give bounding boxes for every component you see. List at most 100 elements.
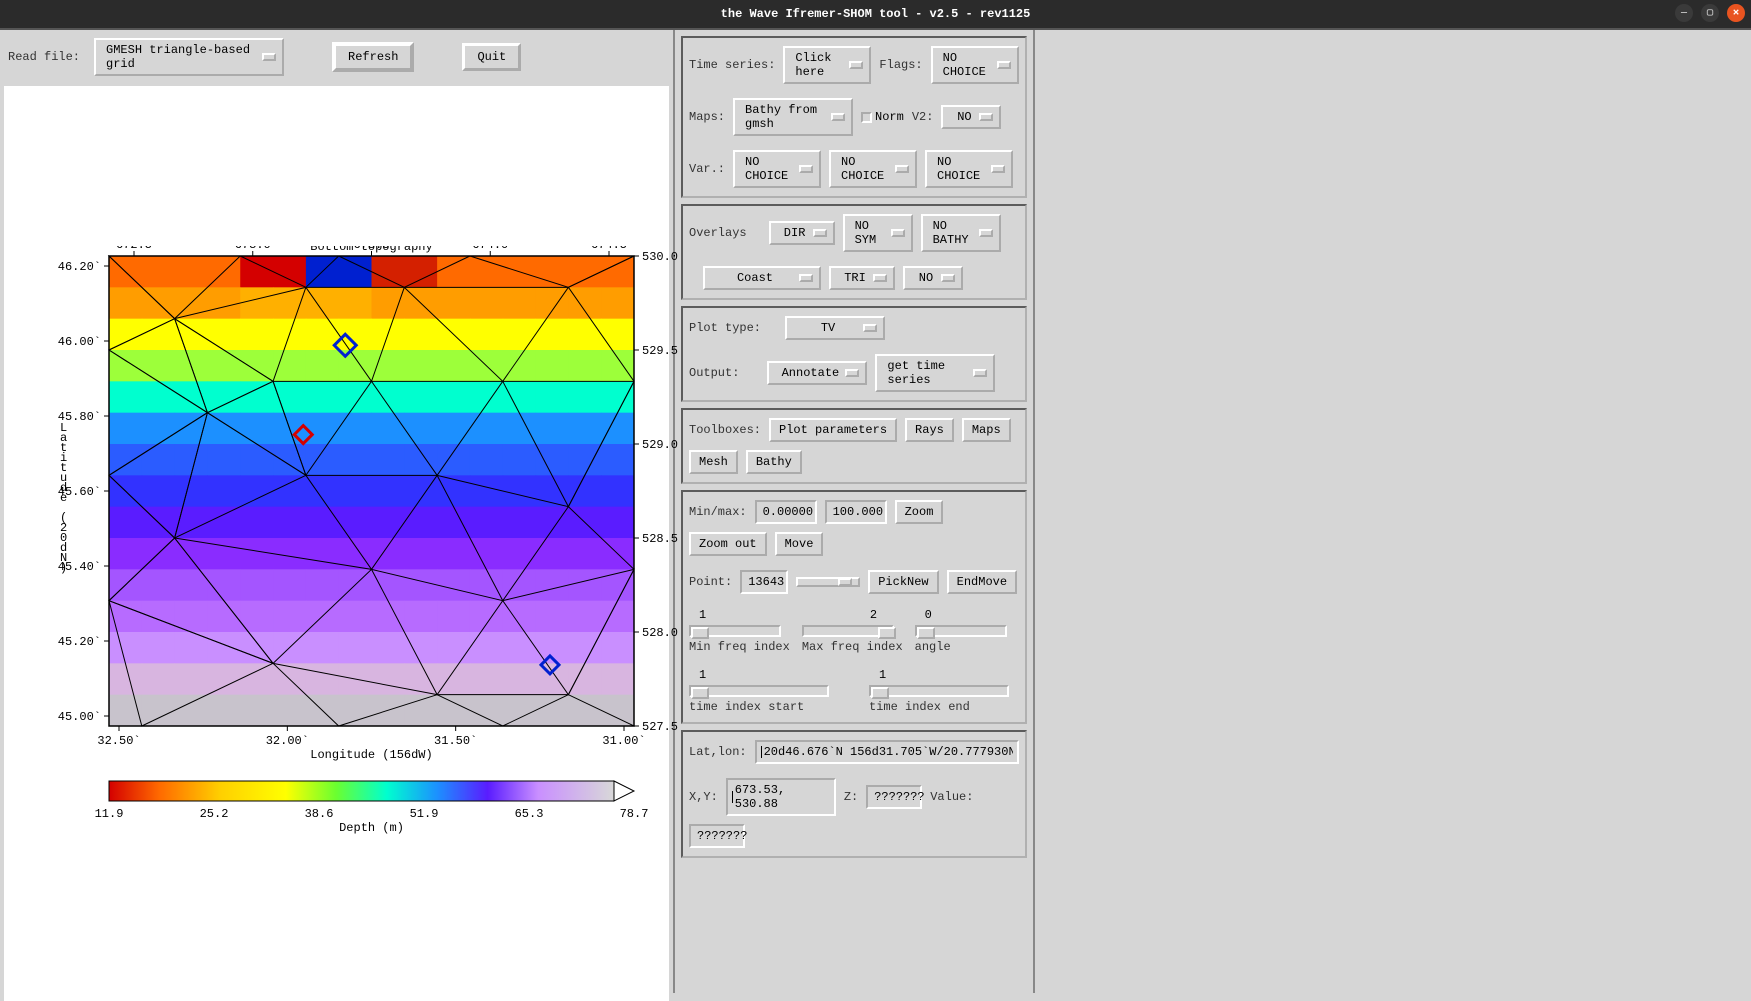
max-input[interactable]: 100.000 [825, 500, 887, 524]
latlon-input[interactable]: 20d46.676`N 156d31.705`W/20.777930N 156.… [755, 740, 1019, 764]
max-freq-slider[interactable] [802, 625, 894, 637]
flags-select[interactable]: NO CHOICE [931, 46, 1019, 84]
min-freq-slider[interactable] [689, 625, 781, 637]
minimize-icon[interactable]: — [1675, 4, 1693, 22]
overlay-coast-select[interactable]: Coast [703, 266, 821, 290]
xy-input[interactable]: 673.53, 530.88 [726, 778, 836, 816]
plot-area: x (km)Bottom topography672.5673.0673.567… [4, 86, 669, 1001]
min-input[interactable]: 0.00000 [755, 500, 817, 524]
read-file-label: Read file: [8, 50, 80, 64]
dropdown-knob-icon [799, 274, 813, 282]
zoom-out-button[interactable]: Zoom out [689, 532, 767, 556]
picknew-button[interactable]: PickNew [868, 570, 938, 594]
toolboxes-label: Toolboxes: [689, 423, 761, 437]
annotate-select[interactable]: Annotate [767, 361, 867, 385]
checkbox-icon [861, 112, 872, 123]
point-label: Point: [689, 575, 732, 589]
svg-text:46.20`: 46.20` [58, 260, 101, 274]
overlay-bathy-select[interactable]: NO BATHY [921, 214, 1001, 252]
overlay-sym-select[interactable]: NO SYM [843, 214, 913, 252]
svg-text:530.0: 530.0 [642, 250, 678, 264]
svg-text:674.5: 674.5 [591, 246, 627, 252]
dropdown-knob-icon [991, 165, 1005, 173]
blank-area [1035, 30, 1751, 993]
overlay-tri-select[interactable]: TRI [829, 266, 895, 290]
close-icon[interactable]: ✕ [1727, 4, 1745, 22]
dropdown-knob-icon [863, 324, 877, 332]
time-series-select[interactable]: Click here [783, 46, 871, 84]
time-start-label: time index start [689, 700, 804, 714]
overlay-dir-select[interactable]: DIR [769, 221, 835, 245]
svg-text:674.0: 674.0 [472, 246, 508, 252]
var1-select[interactable]: NO CHOICE [733, 150, 821, 188]
toolbox-mesh-button[interactable]: Mesh [689, 450, 738, 474]
endmove-button[interactable]: EndMove [947, 570, 1017, 594]
time-end-slider[interactable] [869, 685, 1009, 697]
svg-text:528.0: 528.0 [642, 626, 678, 640]
min-freq-label: Min freq index [689, 640, 790, 654]
min-freq-value: 1 [699, 608, 706, 622]
v2-label: V2: [912, 110, 934, 124]
var3-select[interactable]: NO CHOICE [925, 150, 1013, 188]
svg-text:51.9: 51.9 [410, 807, 439, 821]
svg-text:527.5: 527.5 [642, 720, 678, 734]
time-start-slider[interactable] [689, 685, 829, 697]
dropdown-knob-icon [891, 229, 905, 237]
maps-select[interactable]: Bathy from gmsh [733, 98, 853, 136]
get-time-series-select[interactable]: get time series [875, 354, 995, 392]
dropdown-knob-icon [262, 53, 276, 61]
svg-text:45.00`: 45.00` [58, 710, 101, 724]
panel-zoom: Min/max: 0.00000 100.000 Zoom Zoom out M… [681, 490, 1027, 724]
svg-text:673.5: 673.5 [353, 246, 389, 252]
move-button[interactable]: Move [775, 532, 824, 556]
z-label: Z: [844, 790, 858, 804]
svg-text:78.7: 78.7 [620, 807, 649, 821]
dropdown-knob-icon [895, 165, 909, 173]
quit-button[interactable]: Quit [462, 43, 521, 71]
svg-text:673.0: 673.0 [235, 246, 271, 252]
dropdown-knob-icon [997, 61, 1011, 69]
refresh-button[interactable]: Refresh [332, 42, 414, 72]
titlebar: the Wave Ifremer-SHOM tool - v2.5 - rev1… [0, 0, 1751, 28]
read-file-select[interactable]: GMESH triangle-based grid [94, 38, 284, 76]
z-input[interactable]: ??????? [866, 785, 922, 809]
v2-select[interactable]: NO [941, 105, 1001, 129]
svg-text:45.20`: 45.20` [58, 635, 101, 649]
point-input[interactable]: 13643 [740, 570, 788, 594]
svg-text:Depth (m): Depth (m) [339, 821, 404, 835]
time-end-label: time index end [869, 700, 970, 714]
norm-checkbox[interactable]: Norm [861, 110, 904, 124]
svg-text:529.0: 529.0 [642, 438, 678, 452]
value-label: Value: [930, 790, 973, 804]
dropdown-knob-icon [838, 578, 852, 586]
max-freq-label: Max freq index [802, 640, 903, 654]
left-column: Read file: GMESH triangle-based grid Ref… [0, 30, 675, 993]
svg-text:32.00`: 32.00` [266, 734, 309, 748]
angle-value: 0 [925, 608, 932, 622]
svg-text:): ) [60, 561, 67, 575]
var2-select[interactable]: NO CHOICE [829, 150, 917, 188]
dropdown-knob-icon [979, 229, 993, 237]
panel-coords: Lat,lon: 20d46.676`N 156d31.705`W/20.777… [681, 730, 1027, 858]
svg-text:31.50`: 31.50` [434, 734, 477, 748]
value-input[interactable]: ??????? [689, 824, 745, 848]
dropdown-knob-icon [979, 113, 993, 121]
toolbox-plot-parameters-button[interactable]: Plot parameters [769, 418, 897, 442]
dropdown-knob-icon [799, 165, 813, 173]
read-file-value: GMESH triangle-based grid [106, 43, 258, 71]
window-title: the Wave Ifremer-SHOM tool - v2.5 - rev1… [721, 7, 1031, 21]
svg-text:65.3: 65.3 [515, 807, 544, 821]
toolbox-bathy-button[interactable]: Bathy [746, 450, 802, 474]
max-freq-value: 2 [870, 608, 877, 622]
minmax-label: Min/max: [689, 505, 747, 519]
overlay-no-select[interactable]: NO [903, 266, 963, 290]
maximize-icon[interactable]: ▢ [1701, 4, 1719, 22]
output-label: Output: [689, 366, 739, 380]
toolbox-rays-button[interactable]: Rays [905, 418, 954, 442]
toolbox-maps-button[interactable]: Maps [962, 418, 1011, 442]
angle-slider[interactable] [915, 625, 1007, 637]
dropdown-knob-icon [845, 369, 859, 377]
zoom-button[interactable]: Zoom [895, 500, 944, 524]
plot-type-select[interactable]: TV [785, 316, 885, 340]
point-blank-select[interactable] [796, 577, 860, 587]
